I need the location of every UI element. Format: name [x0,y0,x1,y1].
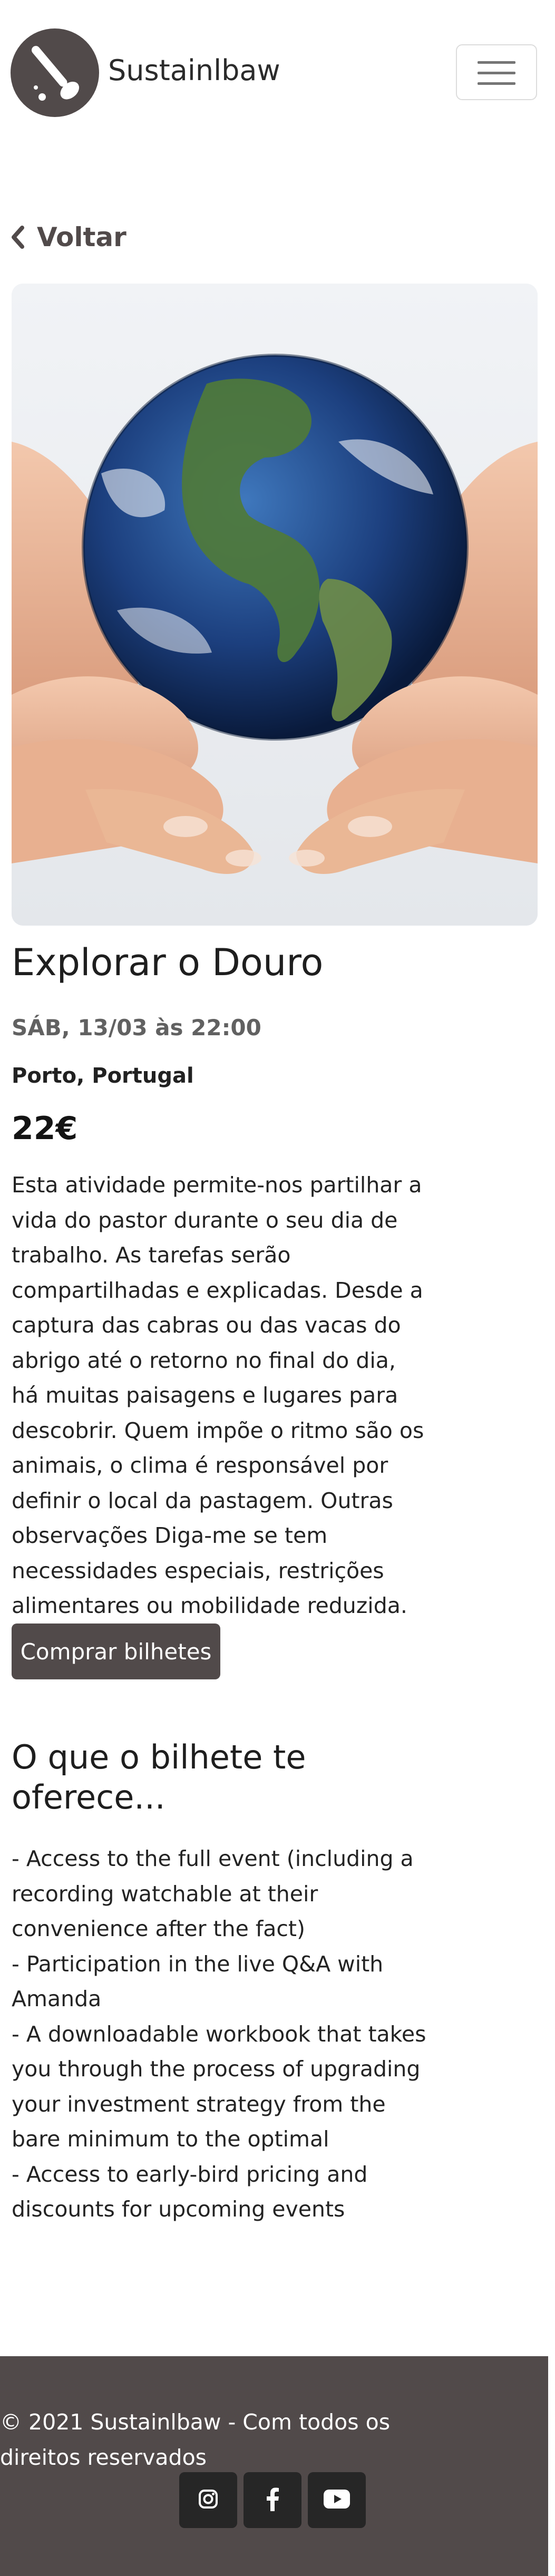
event-location: Porto, Portugal [12,1064,194,1088]
instagram-icon [198,2488,219,2512]
buy-tickets-button[interactable]: Comprar bilhetes [12,1624,220,1679]
social-links [179,2472,366,2528]
facebook-link[interactable] [244,2472,301,2528]
event-image [12,284,538,926]
facebook-icon [266,2487,279,2513]
offer-item: - Participation in the live Q&A with Ama… [12,1951,384,2012]
offers-heading: O que o bilhete te oferece... [12,1738,306,1816]
event-date: SÁB, 13/03 às 22:00 [12,1015,261,1041]
event-title: Explorar o Douro [12,941,324,984]
youtube-icon [324,2490,350,2511]
footer: © 2021 Sustainlbaw - Com todos os direit… [0,2356,548,2576]
event-description: Esta atividade permite-nos partilhar a v… [12,1172,424,1618]
back-label: Voltar [37,222,126,252]
youtube-link[interactable] [308,2472,366,2528]
brand-name[interactable]: Sustainlbaw [108,54,280,87]
event-price: 22€ [12,1110,78,1147]
offer-item: - Access to early-bird pricing and disco… [12,2161,368,2222]
spoon-logo-icon[interactable] [11,28,99,117]
offers-list: - Access to the full event (including a … [12,1841,428,2227]
chevron-left-icon [11,226,24,249]
offer-item: - Access to the full event (including a … [12,1846,414,1941]
navbar: Sustainlbaw [0,0,555,148]
menu-toggle-button[interactable] [456,44,537,100]
copyright-text: © 2021 Sustainlbaw - Com todos os direit… [0,2409,391,2470]
offer-item: - A downloadable workbook that takes you… [12,2021,426,2152]
instagram-link[interactable] [179,2472,237,2528]
back-link[interactable]: Voltar [11,221,126,253]
